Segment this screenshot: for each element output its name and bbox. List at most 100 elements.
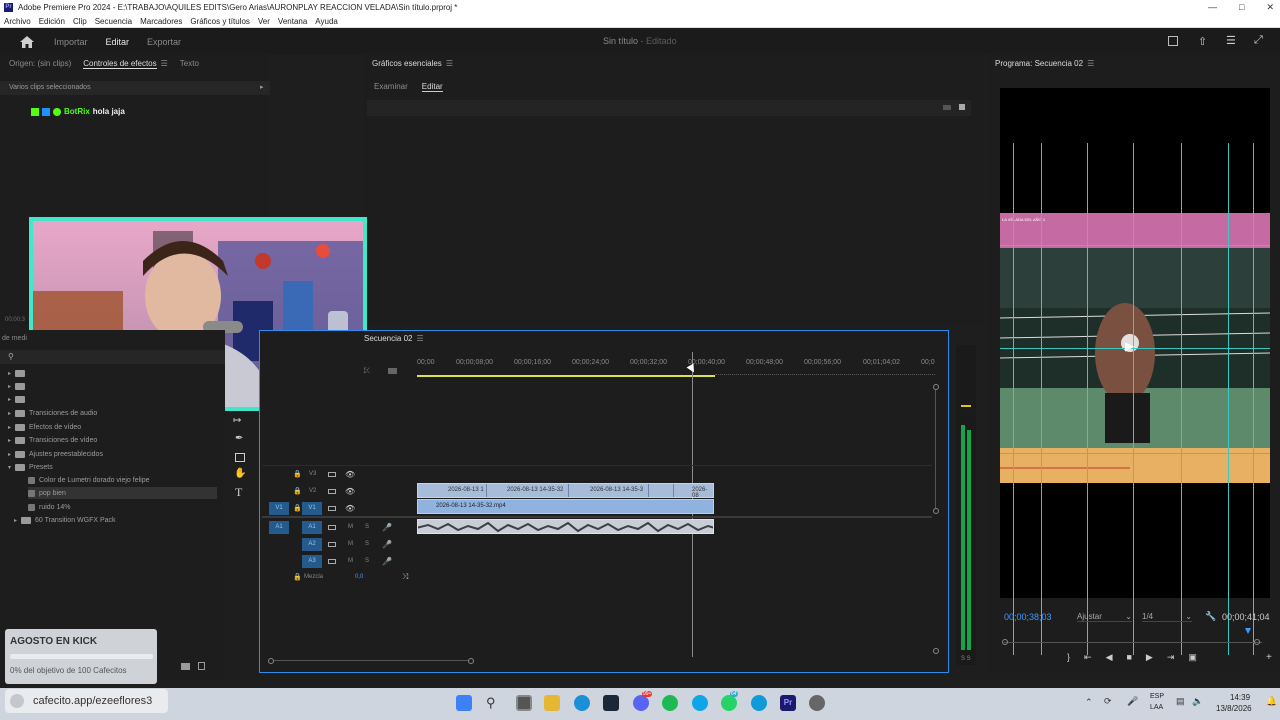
sync-icon[interactable]	[328, 505, 336, 511]
snap-icon[interactable]: ⤪	[364, 366, 370, 376]
ripple-edit-tool-icon[interactable]: ↦	[233, 415, 241, 426]
mic-icon[interactable]: 🎤	[382, 557, 392, 566]
network-icon[interactable]: ▤	[1176, 696, 1185, 707]
volume-icon[interactable]: 🔈	[1192, 696, 1203, 707]
mic-icon[interactable]: 🎤	[382, 540, 392, 549]
source-patch-a1[interactable]: A1	[269, 520, 289, 534]
settings-icon[interactable]	[809, 695, 825, 711]
v1-clip[interactable]: 2026-08-13 14-35-32.mp4	[417, 499, 714, 514]
cafecito-link[interactable]: cafecito.app/ezeeflores3	[5, 689, 168, 713]
hand-tool-icon[interactable]: ✋	[234, 468, 246, 479]
program-menu-icon[interactable]: ☰	[1087, 59, 1094, 68]
mute-button[interactable]: M	[348, 541, 353, 547]
trash-icon[interactable]	[198, 662, 205, 670]
share-icon[interactable]: ⇧	[1198, 35, 1207, 48]
tab-editar[interactable]: Editar	[106, 37, 130, 47]
wrench-icon[interactable]: 🔧	[1205, 611, 1216, 622]
whatsapp-icon[interactable]: 64	[721, 691, 738, 711]
tab-origen[interactable]: Origen: (sin clips)	[9, 59, 71, 69]
windows-start-icon[interactable]	[456, 695, 472, 711]
sync-icon[interactable]	[328, 471, 336, 477]
eg-menu-icon[interactable]: ☰	[446, 59, 453, 68]
app-icon[interactable]	[692, 695, 708, 711]
list-item[interactable]: ruido 14%	[28, 501, 71, 513]
lock-icon[interactable]: 🔒	[293, 470, 302, 478]
tab-texto[interactable]: Texto	[180, 59, 199, 69]
project-tab[interactable]: de medi	[2, 335, 27, 342]
pen-tool-icon[interactable]: ✒	[235, 433, 243, 444]
tab-importar[interactable]: Importar	[54, 37, 88, 47]
go-to-out-icon[interactable]: ⇥	[1167, 652, 1175, 663]
timeline-menu-icon[interactable]: ☰	[416, 334, 423, 343]
solo-button[interactable]: S	[365, 558, 369, 564]
type-tool-icon[interactable]: T	[235, 485, 242, 500]
expand-icon[interactable]: ▸	[260, 83, 264, 91]
menu-secuencia[interactable]: Secuencia	[95, 17, 132, 26]
a1-clip[interactable]	[417, 519, 714, 534]
mic-tray-icon[interactable]: 🎤	[1127, 696, 1138, 707]
play-overlay-icon[interactable]: ▶	[1125, 339, 1134, 353]
lock-icon[interactable]: 🔒	[293, 573, 302, 581]
solo-button[interactable]: S	[365, 541, 369, 547]
export-frame-icon[interactable]: ▣	[1188, 652, 1197, 663]
menu-clip[interactable]: Clip	[73, 17, 87, 26]
h-scrollbar-end[interactable]	[933, 648, 939, 654]
task-view-icon[interactable]	[516, 695, 532, 711]
menu-marcadores[interactable]: Marcadores	[140, 17, 182, 26]
mark-out-icon[interactable]: }	[1067, 652, 1070, 663]
list-item[interactable]: pop bien	[28, 487, 217, 499]
menu-ventana[interactable]: Ventana	[278, 17, 307, 26]
menu-edicion[interactable]: Edición	[39, 17, 65, 26]
tab-controles-efectos[interactable]: Controles de efectos	[83, 59, 157, 69]
minimize-icon[interactable]: —	[1208, 0, 1217, 15]
lang-indicator[interactable]: ESP	[1150, 693, 1164, 700]
new-bin-icon[interactable]	[181, 663, 190, 670]
workspaces-icon[interactable]	[1168, 36, 1178, 46]
rectangle-tool-icon[interactable]	[235, 453, 245, 462]
search-icon[interactable]: ⚲	[486, 695, 496, 711]
menu-graficos[interactable]: Gráficos y títulos	[190, 17, 250, 26]
list-item[interactable]: Color de Lumetri dorado viejo felipe	[28, 474, 150, 486]
delete-layer-icon[interactable]	[959, 104, 965, 110]
search-icon[interactable]: ⚲	[8, 352, 14, 361]
menu-archivo[interactable]: Archivo	[4, 17, 31, 26]
tab-examinar[interactable]: Examinar	[374, 82, 408, 92]
eye-icon[interactable]: 👁	[345, 470, 355, 479]
file-explorer-icon[interactable]	[544, 695, 560, 711]
sync-icon[interactable]	[328, 541, 336, 547]
menu-lines-icon[interactable]: ☰	[1226, 34, 1236, 47]
sequence-tab[interactable]: Secuencia 02	[364, 334, 412, 343]
program-scrubber[interactable]	[1004, 642, 1262, 643]
notification-icon[interactable]: 🔔	[1266, 696, 1277, 707]
list-item[interactable]: ▸ Transiciones de audio	[8, 407, 97, 419]
home-icon[interactable]	[20, 35, 34, 48]
v2-clip-group[interactable]: 2026-08-13 1 2026-08-13 14-35-32 2026-08…	[417, 483, 714, 499]
fit-dropdown[interactable]: Ajustar ⌄	[1077, 612, 1132, 622]
sync-icon[interactable]	[328, 488, 336, 494]
list-item[interactable]: ▸	[8, 367, 26, 379]
eye-icon[interactable]: 👁	[345, 487, 355, 496]
add-button-icon[interactable]: +	[1266, 652, 1272, 663]
solo-button[interactable]: S	[365, 524, 369, 530]
list-item[interactable]: ▸ Transiciones de vídeo	[8, 434, 97, 446]
panel-menu-icon[interactable]: ☰	[161, 59, 168, 69]
go-to-in-icon[interactable]: ⇤	[1084, 652, 1092, 663]
sync-tray-icon[interactable]: ⟳	[1104, 696, 1112, 707]
list-item[interactable]: ▾ Presets	[8, 461, 53, 473]
mic-icon[interactable]: 🎤	[382, 523, 392, 532]
linked-icon[interactable]	[388, 368, 397, 374]
lock-icon[interactable]: 🔒	[293, 487, 302, 495]
list-item[interactable]: ▸	[8, 380, 26, 392]
stop-icon[interactable]: ■	[1126, 652, 1131, 663]
menu-ver[interactable]: Ver	[258, 17, 270, 26]
resolution-dropdown[interactable]: 1/4 ⌄	[1142, 612, 1192, 622]
step-back-icon[interactable]: ◀	[1106, 652, 1113, 663]
sync-icon[interactable]	[328, 558, 336, 564]
premiere-taskbar-icon[interactable]: Pr	[780, 695, 796, 711]
mix-value[interactable]: 0,0	[355, 574, 363, 580]
list-item[interactable]: ▸ 60 Transition WGFX Pack	[14, 514, 116, 526]
list-item[interactable]: ▸ Ajustes preestablecidos	[8, 448, 103, 460]
mute-button[interactable]: M	[348, 524, 353, 530]
browser-icon[interactable]	[751, 695, 767, 711]
h-scrollbar[interactable]	[268, 658, 474, 664]
